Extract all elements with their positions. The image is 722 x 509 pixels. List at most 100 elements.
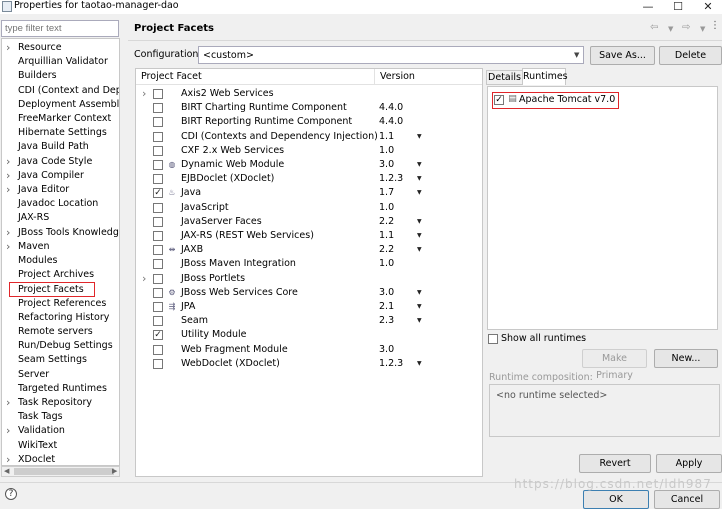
show-all-runtimes-label[interactable]: Show all runtimes	[501, 333, 586, 344]
runtime-label[interactable]: Apache Tomcat v7.0	[519, 94, 615, 105]
version-dropdown-icon[interactable]: ▼	[417, 186, 422, 200]
expand-arrow-icon[interactable]: ›	[6, 453, 10, 465]
column-header-facet[interactable]: Project Facet	[141, 71, 202, 82]
column-header-version[interactable]: Version	[380, 71, 415, 82]
facet-checkbox[interactable]	[153, 202, 163, 213]
facet-row[interactable]: › JBoss Portlets	[136, 272, 482, 286]
apply-button[interactable]: Apply	[656, 454, 722, 473]
nav-item[interactable]: Seam Settings	[2, 353, 119, 367]
facet-checkbox[interactable]	[153, 174, 163, 185]
facet-row[interactable]: ⇹ JAXB 2.2 ▼	[136, 243, 482, 257]
nav-item[interactable]: Project References	[2, 297, 119, 311]
version-dropdown-icon[interactable]: ▼	[417, 243, 422, 257]
expand-arrow-icon[interactable]: ›	[142, 87, 146, 101]
delete-button[interactable]: Delete	[659, 46, 722, 65]
facet-row[interactable]: JBoss Maven Integration 1.0	[136, 257, 482, 271]
save-as-button[interactable]: Save As...	[590, 46, 655, 65]
facet-row[interactable]: ⇶ JPA 2.1 ▼	[136, 300, 482, 314]
version-dropdown-icon[interactable]: ▼	[417, 357, 422, 371]
nav-item[interactable]: › JBoss Tools Knowledge	[2, 226, 119, 240]
filter-input[interactable]	[1, 20, 119, 37]
facet-checkbox[interactable]	[153, 131, 163, 142]
facet-checkbox[interactable]	[153, 302, 163, 312]
nav-item[interactable]: CDI (Context and Depen	[2, 84, 119, 98]
facet-checkbox[interactable]: ✓	[153, 330, 163, 341]
facet-version[interactable]: 2.2	[379, 215, 394, 229]
facet-row[interactable]: BIRT Reporting Runtime Component 4.4.0	[136, 115, 482, 129]
facet-checkbox[interactable]	[153, 231, 163, 241]
facet-version[interactable]: 1.2.3	[379, 357, 403, 371]
version-dropdown-icon[interactable]: ▼	[417, 314, 422, 328]
facet-row[interactable]: JavaScript 1.0	[136, 201, 482, 215]
forward-arrow-icon[interactable]: ⇨	[682, 22, 690, 33]
facet-checkbox[interactable]	[153, 316, 163, 327]
facet-version[interactable]: 2.2	[379, 243, 394, 257]
version-dropdown-icon[interactable]: ▼	[417, 172, 422, 186]
version-dropdown-icon[interactable]: ▼	[417, 215, 422, 229]
facet-row[interactable]: ✓ Utility Module	[136, 328, 482, 342]
tab-runtimes[interactable]: Runtimes	[522, 68, 568, 85]
facet-row[interactable]: Seam 2.3 ▼	[136, 314, 482, 328]
facet-version[interactable]: 1.7	[379, 186, 394, 200]
facet-row[interactable]: JAX-RS (REST Web Services) 1.1 ▼	[136, 229, 482, 243]
facet-row[interactable]: ✓ ♨ Java 1.7 ▼	[136, 186, 482, 200]
facet-checkbox[interactable]	[153, 89, 163, 99]
facet-row[interactable]: JavaServer Faces 2.2 ▼	[136, 215, 482, 229]
facet-checkbox[interactable]	[153, 103, 163, 114]
configuration-select[interactable]: <custom>	[198, 46, 584, 64]
nav-item[interactable]: FreeMarker Context	[2, 112, 119, 126]
facet-version[interactable]: 1.1	[379, 229, 394, 243]
nav-item[interactable]: › Java Editor	[2, 183, 119, 197]
new-runtime-button[interactable]: New...	[654, 349, 718, 368]
facet-checkbox[interactable]	[153, 145, 163, 156]
facet-checkbox[interactable]	[153, 273, 163, 284]
nav-item[interactable]: Modules	[2, 254, 119, 268]
view-menu-icon[interactable]: ⋮	[710, 20, 720, 31]
nav-item[interactable]: Hibernate Settings	[2, 126, 119, 140]
tab-details[interactable]: Details	[486, 70, 523, 85]
runtime-checkbox[interactable]: ✓	[494, 95, 504, 105]
version-dropdown-icon[interactable]: ▼	[417, 286, 422, 300]
nav-item[interactable]: › Resource	[2, 41, 119, 55]
facet-row[interactable]: Web Fragment Module 3.0	[136, 343, 482, 357]
show-all-runtimes-checkbox[interactable]	[488, 334, 498, 344]
nav-item[interactable]: Refactoring History	[2, 311, 119, 325]
nav-item[interactable]: JAX-RS	[2, 211, 119, 225]
nav-item[interactable]: Java Build Path	[2, 140, 119, 154]
scroll-right-arrow-icon[interactable]: ▶	[112, 467, 117, 476]
nav-item[interactable]: Targeted Runtimes	[2, 382, 119, 396]
back-dropdown-icon[interactable]: ▼	[668, 25, 673, 33]
nav-item[interactable]: › XDoclet	[2, 453, 119, 465]
facet-version[interactable]: 2.3	[379, 314, 394, 328]
expand-arrow-icon[interactable]: ›	[6, 396, 10, 410]
nav-item[interactable]: › Task Repository	[2, 396, 119, 410]
nav-item[interactable]: Remote servers	[2, 325, 119, 339]
tree-horizontal-scrollbar[interactable]: ◀ ▶	[1, 466, 120, 477]
facet-checkbox[interactable]	[153, 259, 163, 270]
facet-row[interactable]: CDI (Contexts and Dependency Injection) 1…	[136, 130, 482, 144]
version-dropdown-icon[interactable]: ▼	[417, 158, 422, 172]
nav-item[interactable]: Task Tags	[2, 410, 119, 424]
help-icon[interactable]: ?	[5, 488, 17, 500]
expand-arrow-icon[interactable]: ›	[6, 240, 10, 254]
facet-row[interactable]: WebDoclet (XDoclet) 1.2.3 ▼	[136, 357, 482, 371]
facet-row[interactable]: ⚙ JBoss Web Services Core 3.0 ▼	[136, 286, 482, 300]
facet-version[interactable]: 3.0	[379, 286, 394, 300]
column-divider[interactable]	[374, 69, 375, 85]
nav-item[interactable]: › Validation	[2, 424, 119, 438]
facet-version[interactable]: 1.1	[379, 130, 394, 144]
nav-item[interactable]: WikiText	[2, 439, 119, 453]
expand-arrow-icon[interactable]: ›	[6, 169, 10, 183]
facet-checkbox[interactable]	[153, 216, 163, 227]
version-dropdown-icon[interactable]: ▼	[417, 300, 422, 314]
expand-arrow-icon[interactable]: ›	[6, 424, 10, 438]
forward-dropdown-icon[interactable]: ▼	[700, 25, 705, 33]
nav-item[interactable]: Deployment Assembly	[2, 98, 119, 112]
facet-row[interactable]: EJBDoclet (XDoclet) 1.2.3 ▼	[136, 172, 482, 186]
nav-item[interactable]: Javadoc Location	[2, 197, 119, 211]
make-primary-button[interactable]: Make Primary	[582, 349, 647, 381]
expand-arrow-icon[interactable]: ›	[6, 183, 10, 197]
facet-row[interactable]: ◍ Dynamic Web Module 3.0 ▼	[136, 158, 482, 172]
expand-arrow-icon[interactable]: ›	[6, 155, 10, 169]
facet-checkbox[interactable]	[153, 344, 163, 355]
